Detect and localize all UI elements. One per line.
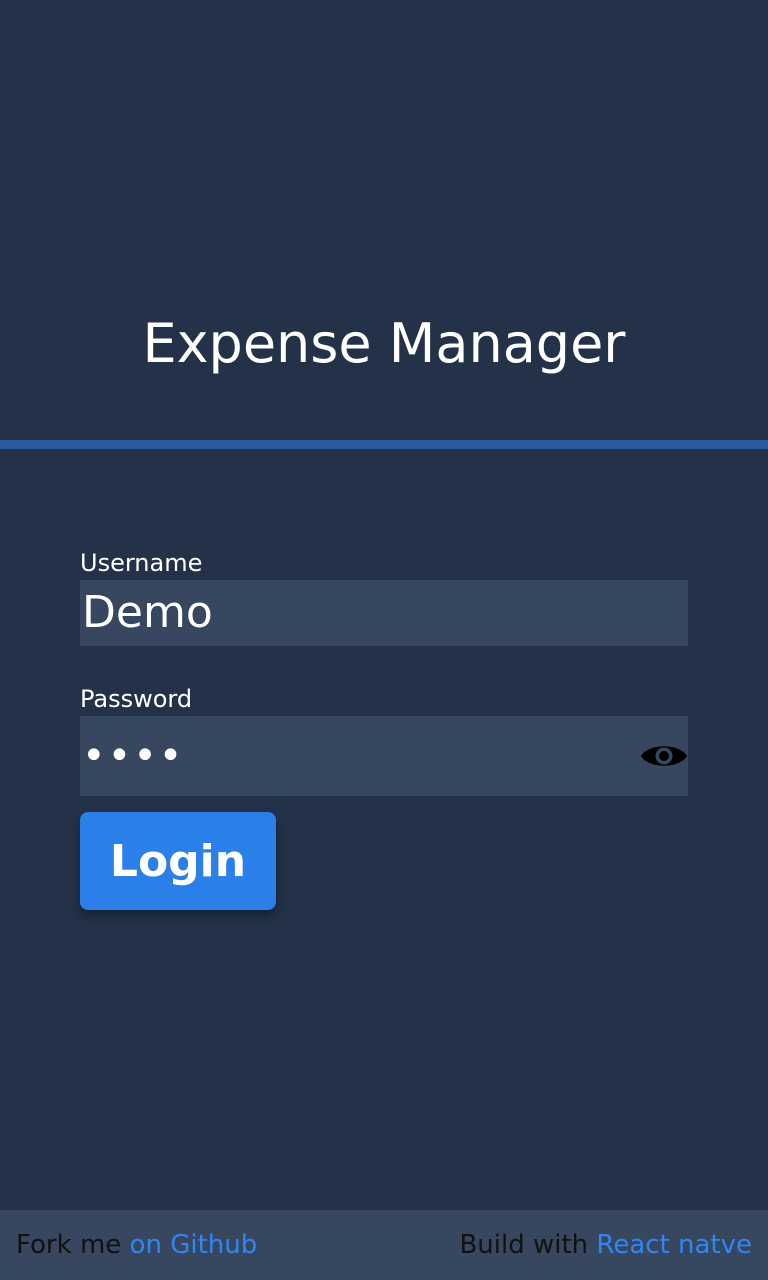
header-divider xyxy=(0,440,768,449)
username-input[interactable] xyxy=(80,580,688,646)
footer: Fork me on Github Build with React natve xyxy=(0,1210,768,1280)
password-input[interactable] xyxy=(80,716,688,796)
footer-fork: Fork me on Github xyxy=(16,1210,257,1280)
fork-text: Fork me xyxy=(16,1230,130,1260)
username-label: Username xyxy=(80,549,203,577)
eye-icon[interactable] xyxy=(640,740,688,772)
login-screen: Expense Manager Username Password Login … xyxy=(0,0,768,1280)
password-label: Password xyxy=(80,685,193,713)
footer-build: Build with React natve xyxy=(459,1210,752,1280)
github-link[interactable]: on Github xyxy=(130,1230,258,1260)
react-native-link[interactable]: React natve xyxy=(596,1230,752,1260)
build-text: Build with xyxy=(459,1230,597,1260)
login-button[interactable]: Login xyxy=(80,812,276,910)
app-title: Expense Manager xyxy=(142,312,626,375)
